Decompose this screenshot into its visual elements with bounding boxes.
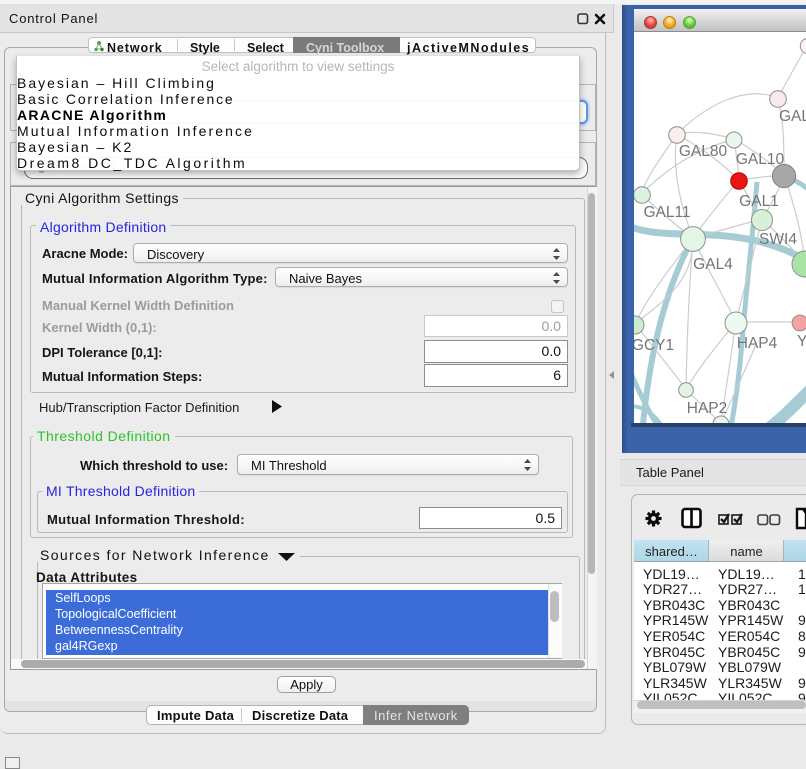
svg-text:YG: YG (797, 333, 806, 350)
svg-text:HAP4: HAP4 (737, 335, 778, 352)
svg-text:GAL7: GAL7 (779, 108, 806, 125)
svg-text:HAP2: HAP2 (687, 400, 728, 417)
svg-text:GAL11: GAL11 (643, 204, 690, 221)
svg-text:GAL1: GAL1 (739, 193, 779, 210)
svg-text:GAL80: GAL80 (679, 143, 728, 160)
svg-text:GCY1: GCY1 (634, 337, 674, 354)
svg-text:GAL10: GAL10 (736, 151, 785, 168)
svg-text:GAL4: GAL4 (693, 256, 733, 273)
svg-text:SWI4: SWI4 (759, 231, 797, 248)
